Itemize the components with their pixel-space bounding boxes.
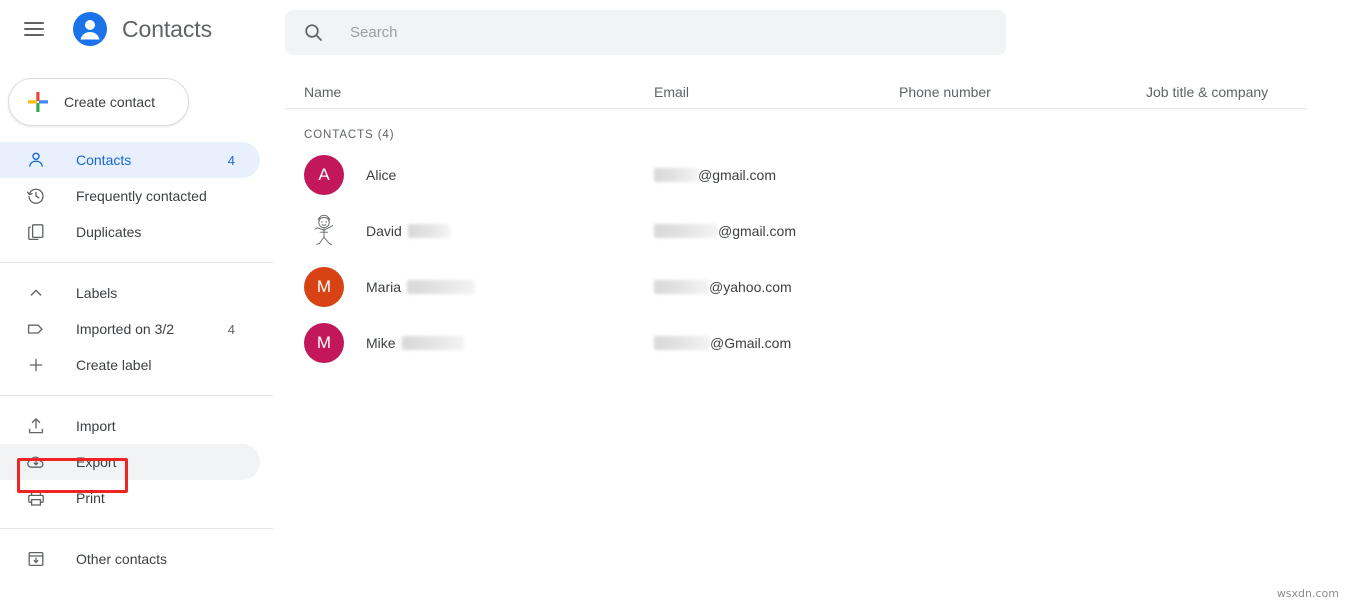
create-contact-button[interactable]: Create contact xyxy=(8,78,189,126)
divider xyxy=(0,262,273,263)
table-rows: A Alice @gmail.com David @gmail.com M Maria @y… xyxy=(285,147,1349,371)
contact-name-cell: David xyxy=(285,211,654,251)
contacts-app: Contacts Create contact xyxy=(0,0,1349,605)
sidebar-item-label: Labels xyxy=(76,285,117,301)
upload-icon xyxy=(26,416,46,436)
avatar[interactable]: M xyxy=(304,323,344,363)
sidebar-item-duplicates[interactable]: Duplicates xyxy=(0,214,260,250)
sidebar-item-imported-on-3-2[interactable]: Imported on 3/2 4 xyxy=(0,311,260,347)
sidebar-item-label: Duplicates xyxy=(76,224,141,240)
search-input[interactable] xyxy=(350,24,1006,41)
duplicate-squares-icon xyxy=(26,222,46,242)
printer-icon xyxy=(26,488,46,508)
label-tag-icon xyxy=(26,319,46,339)
contact-name: David xyxy=(366,223,402,239)
column-header-phone: Phone number xyxy=(899,84,1146,100)
sidebar-item-label: Frequently contacted xyxy=(76,188,207,204)
contacts-table: Name Email Phone number Job title & comp… xyxy=(285,75,1349,371)
sidebar-item-import[interactable]: Import xyxy=(0,408,260,444)
contact-email-cell: @gmail.com xyxy=(654,223,899,239)
sidebar-item-contacts[interactable]: Contacts 4 xyxy=(0,142,260,178)
contact-email-domain: @Gmail.com xyxy=(710,335,791,351)
column-header-email: Email xyxy=(654,84,899,100)
table-row[interactable]: M Mike @Gmail.com xyxy=(285,315,1349,371)
contacts-person-logo-icon xyxy=(72,11,108,47)
sidebar: Contacts Create contact xyxy=(0,0,285,605)
redacted-email-user xyxy=(654,336,710,350)
history-clock-icon xyxy=(26,186,46,206)
watermark: wsxdn.com xyxy=(1277,587,1339,600)
cloud-download-icon xyxy=(26,452,46,472)
app-header: Contacts xyxy=(0,0,285,58)
contacts-group-label: CONTACTS (4) xyxy=(285,109,1349,147)
search-box[interactable] xyxy=(285,10,1006,55)
main-content: Name Email Phone number Job title & comp… xyxy=(285,0,1349,605)
search-icon xyxy=(303,22,324,43)
redacted-email-user xyxy=(654,224,718,238)
redacted-email-user xyxy=(654,168,698,182)
sidebar-item-other-contacts[interactable]: Other contacts xyxy=(0,541,260,577)
contact-name-cell: M Maria xyxy=(285,267,654,307)
contact-email-cell: @yahoo.com xyxy=(654,279,899,295)
contact-name: Alice xyxy=(366,167,396,183)
sidebar-item-label: Imported on 3/2 xyxy=(76,321,174,337)
divider xyxy=(0,395,273,396)
table-row[interactable]: A Alice @gmail.com xyxy=(285,147,1349,203)
contact-name: Maria xyxy=(366,279,401,295)
sidebar-item-print[interactable]: Print xyxy=(0,480,260,516)
sidebar-item-label: Import xyxy=(76,418,116,434)
sidebar-item-create-label[interactable]: Create label xyxy=(0,347,260,383)
table-row[interactable]: M Maria @yahoo.com xyxy=(285,259,1349,315)
sidebar-item-label: Create label xyxy=(76,357,152,373)
contact-email-domain: @yahoo.com xyxy=(709,279,792,295)
column-header-job: Job title & company xyxy=(1146,84,1307,100)
hamburger-menu-icon[interactable] xyxy=(24,17,48,41)
contact-email-cell: @gmail.com xyxy=(654,167,899,183)
contact-email-cell: @Gmail.com xyxy=(654,335,899,351)
contact-email-domain: @gmail.com xyxy=(718,223,796,239)
sidebar-item-label: Export xyxy=(76,454,116,470)
sidebar-item-count: 4 xyxy=(228,153,260,168)
sidebar-item-frequently-contacted[interactable]: Frequently contacted xyxy=(0,178,260,214)
contact-name: Mike xyxy=(366,335,396,351)
sidebar-item-count: 4 xyxy=(228,322,260,337)
page-title: Contacts xyxy=(122,16,212,43)
table-header-row: Name Email Phone number Job title & comp… xyxy=(285,75,1307,109)
sidebar-item-label: Contacts xyxy=(76,152,131,168)
avatar-sketch[interactable] xyxy=(304,211,344,251)
create-contact-label: Create contact xyxy=(64,94,155,110)
contact-email-domain: @gmail.com xyxy=(698,167,776,183)
sidebar-item-label: Other contacts xyxy=(76,551,167,567)
column-header-name: Name xyxy=(285,84,654,100)
sidebar-item-export[interactable]: Export xyxy=(0,444,260,480)
avatar[interactable]: A xyxy=(304,155,344,195)
redacted-last-name xyxy=(407,280,475,294)
sidebar-item-label: Print xyxy=(76,490,105,506)
plus-icon xyxy=(26,355,46,375)
avatar[interactable]: M xyxy=(304,267,344,307)
sidebar-nav: Contacts 4 Frequently contacted xyxy=(0,142,285,577)
google-plus-icon xyxy=(27,91,49,113)
contact-name-cell: M Mike xyxy=(285,323,654,363)
contact-name-cell: A Alice xyxy=(285,155,654,195)
redacted-email-user xyxy=(654,280,709,294)
divider xyxy=(0,528,273,529)
sidebar-item-labels[interactable]: Labels xyxy=(0,275,260,311)
search-bar-container xyxy=(285,0,1349,55)
chevron-up-icon xyxy=(26,283,46,303)
box-arrow-down-icon xyxy=(26,549,46,569)
redacted-last-name xyxy=(408,224,450,238)
person-icon xyxy=(26,150,46,170)
table-row[interactable]: David @gmail.com xyxy=(285,203,1349,259)
redacted-last-name xyxy=(402,336,464,350)
